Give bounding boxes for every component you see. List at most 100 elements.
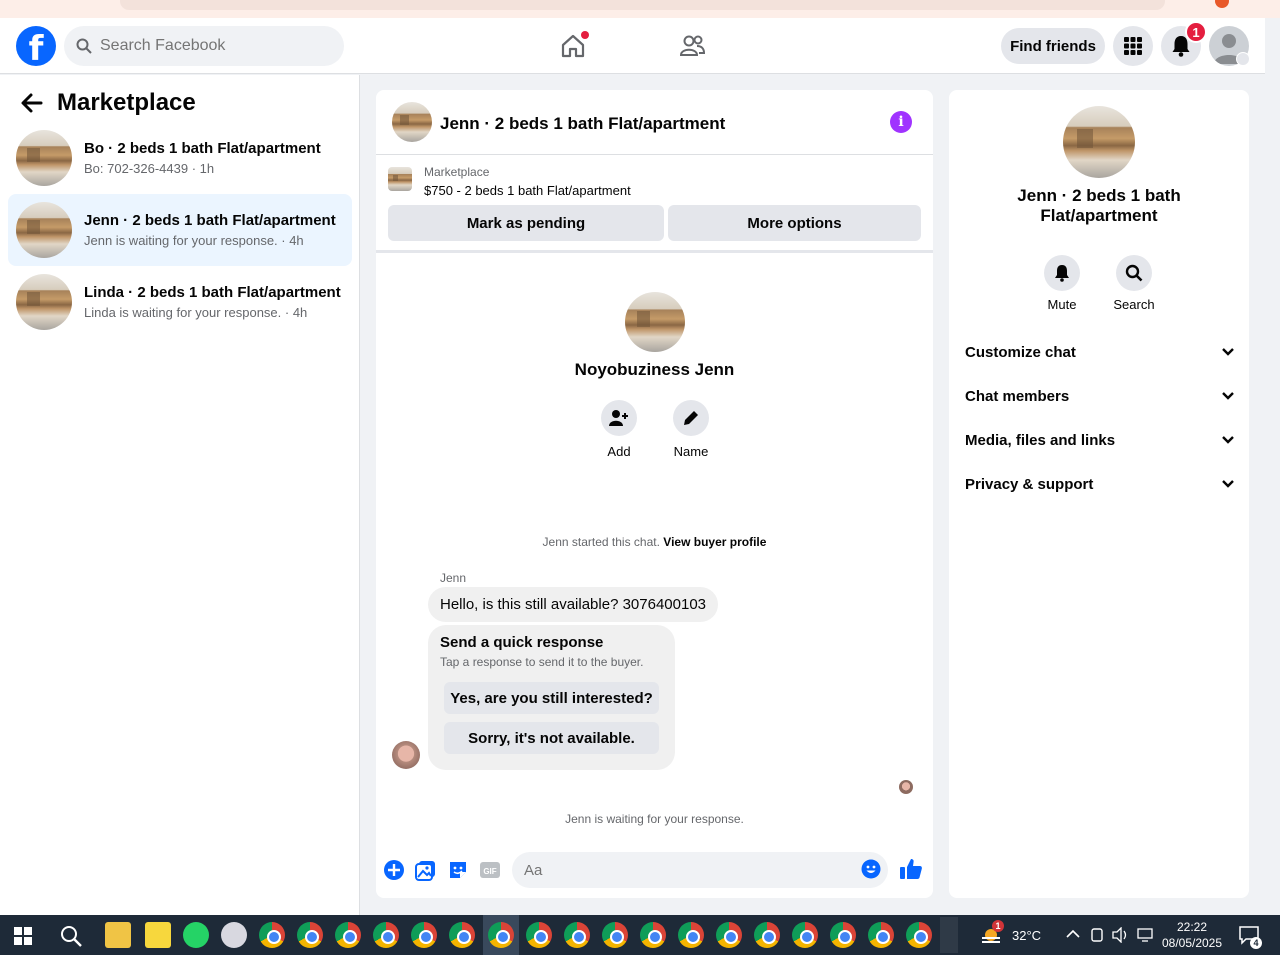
chat-profile-name: Noyobuziness Jenn <box>574 360 735 379</box>
search-label: Search <box>1113 297 1155 312</box>
chrome-icon[interactable] <box>411 922 437 948</box>
meeting-icon[interactable] <box>1090 927 1104 943</box>
find-friends-button[interactable]: Find friends <box>1001 28 1105 64</box>
search-bar[interactable] <box>64 26 344 66</box>
add-people-button[interactable]: Add <box>589 400 649 459</box>
chevron-down-icon <box>1222 480 1234 488</box>
browser-tab-strip <box>0 0 1280 18</box>
customize-chat-row[interactable]: Customize chat <box>965 332 1235 372</box>
quick-response-sorry-button[interactable]: Sorry, it's not available. <box>444 722 659 754</box>
search-in-chat-button[interactable]: Search <box>1104 255 1164 312</box>
chrome-icon[interactable] <box>906 922 932 948</box>
chrome-icon[interactable] <box>640 922 666 948</box>
details-profile-picture[interactable] <box>1063 106 1135 178</box>
marketplace-sidebar: Marketplace Bo · 2 beds 1 bath Flat/apar… <box>0 75 360 915</box>
row-label: Media, files and links <box>965 431 1116 449</box>
whatsapp-icon[interactable] <box>183 922 209 948</box>
facebook-logo-icon[interactable]: f <box>16 26 56 66</box>
chat-started-text: Jenn started this chat. <box>542 535 660 549</box>
chrome-icon[interactable] <box>716 922 742 948</box>
menu-button[interactable] <box>1113 26 1153 66</box>
chevron-up-icon[interactable] <box>1066 928 1080 940</box>
friends-nav-button[interactable] <box>676 30 708 62</box>
plus-circle-icon[interactable] <box>383 859 405 881</box>
chevron-down-icon[interactable] <box>1236 52 1250 66</box>
sticker-icon[interactable] <box>447 859 469 881</box>
chat-profile-picture[interactable] <box>625 292 685 352</box>
listing-source: Marketplace <box>424 165 490 179</box>
quick-response-card: Send a quick response Tap a response to … <box>428 625 675 770</box>
chrome-icon[interactable] <box>373 922 399 948</box>
photo-icon[interactable] <box>415 859 437 881</box>
chrome-icon[interactable] <box>792 922 818 948</box>
mark-as-pending-button[interactable]: Mark as pending <box>388 205 664 241</box>
back-arrow-icon[interactable] <box>20 91 44 115</box>
listing-thumbnail <box>16 274 72 330</box>
gif-icon[interactable]: GIF <box>479 859 501 881</box>
file-explorer-icon[interactable] <box>105 922 131 948</box>
clock-time: 22:22 <box>1176 920 1208 934</box>
emoji-icon[interactable] <box>861 859 881 879</box>
listing-thumbnail[interactable] <box>388 167 412 191</box>
chevron-down-icon <box>1222 436 1234 444</box>
chat-thumbnail[interactable] <box>392 102 432 142</box>
grid-menu-icon <box>1124 37 1142 55</box>
taskbar-scroll-arrows[interactable] <box>940 917 958 953</box>
privacy-support-row[interactable]: Privacy & support <box>965 464 1235 504</box>
bell-icon <box>1055 265 1069 282</box>
chrome-icon[interactable] <box>526 922 552 948</box>
message-sender-name: Jenn <box>440 571 467 585</box>
sender-avatar[interactable] <box>392 741 420 769</box>
notification-count-badge: 1 <box>1185 21 1207 43</box>
view-buyer-profile-link[interactable]: View buyer profile <box>663 535 766 549</box>
message-composer: GIF <box>376 850 933 898</box>
seen-indicator-avatar <box>899 780 913 794</box>
chrome-icon[interactable] <box>449 922 475 948</box>
listing-price[interactable]: $750 - 2 beds 1 bath Flat/apartment <box>424 183 631 198</box>
chat-header: Jenn · 2 beds 1 bath Flat/apartment i <box>376 90 933 155</box>
windows-taskbar: 1 32°C 22:22 08/05/2025 4 <box>0 915 1280 955</box>
chrome-icon[interactable] <box>830 922 856 948</box>
info-icon[interactable]: i <box>890 111 912 133</box>
conversation-item-active[interactable]: Jenn · 2 beds 1 bath Flat/apartment Jenn… <box>8 194 352 266</box>
search-icon <box>1125 264 1143 282</box>
network-icon[interactable] <box>1136 927 1154 943</box>
browser-profile-icon[interactable] <box>1215 0 1229 8</box>
conversation-item[interactable]: Bo · 2 beds 1 bath Flat/apartment Bo: 70… <box>8 122 352 194</box>
sticky-notes-icon[interactable] <box>145 922 171 948</box>
mute-button[interactable]: Mute <box>1032 255 1092 312</box>
chrome-icon[interactable] <box>297 922 323 948</box>
chat-title[interactable]: Jenn · 2 beds 1 bath Flat/apartment <box>440 114 725 134</box>
more-options-button[interactable]: More options <box>668 205 921 241</box>
row-label: Privacy & support <box>965 475 1094 493</box>
conversation-item[interactable]: Linda · 2 beds 1 bath Flat/apartment Lin… <box>8 266 352 338</box>
chrome-icon[interactable] <box>678 922 704 948</box>
chrome-icon[interactable] <box>488 922 514 948</box>
name-chat-button[interactable]: Name <box>661 400 721 459</box>
message-input[interactable] <box>512 852 888 888</box>
temperature-label[interactable]: 32°C <box>1012 915 1041 955</box>
speaker-icon[interactable] <box>1112 927 1130 943</box>
chrome-icon[interactable] <box>335 922 361 948</box>
page-scrollbar[interactable] <box>1265 18 1280 915</box>
chrome-icon[interactable] <box>868 922 894 948</box>
taskbar-search-icon[interactable] <box>60 925 82 947</box>
taskbar-clock[interactable]: 22:22 08/05/2025 <box>1160 919 1224 951</box>
media-files-links-row[interactable]: Media, files and links <box>965 420 1235 460</box>
mute-label: Mute <box>1047 297 1077 312</box>
chrome-icon[interactable] <box>602 922 628 948</box>
paint-app-icon[interactable] <box>221 922 247 948</box>
address-bar[interactable] <box>120 0 1165 10</box>
chrome-icon[interactable] <box>564 922 590 948</box>
chat-members-row[interactable]: Chat members <box>965 376 1235 416</box>
message-bubble[interactable]: Hello, is this still available? 30764001… <box>428 587 719 622</box>
conversation-preview: Bo: 702-326-4439 · 1h <box>84 161 215 176</box>
chrome-icon[interactable] <box>259 922 285 948</box>
quick-response-yes-button[interactable]: Yes, are you still interested? <box>444 682 659 714</box>
windows-start-icon[interactable] <box>14 927 32 945</box>
thumbs-up-icon[interactable] <box>899 857 923 881</box>
chrome-icon[interactable] <box>754 922 780 948</box>
name-label: Name <box>673 444 709 459</box>
search-input[interactable] <box>100 37 320 55</box>
conversation-title: Linda · 2 beds 1 bath Flat/apartment <box>84 284 341 301</box>
